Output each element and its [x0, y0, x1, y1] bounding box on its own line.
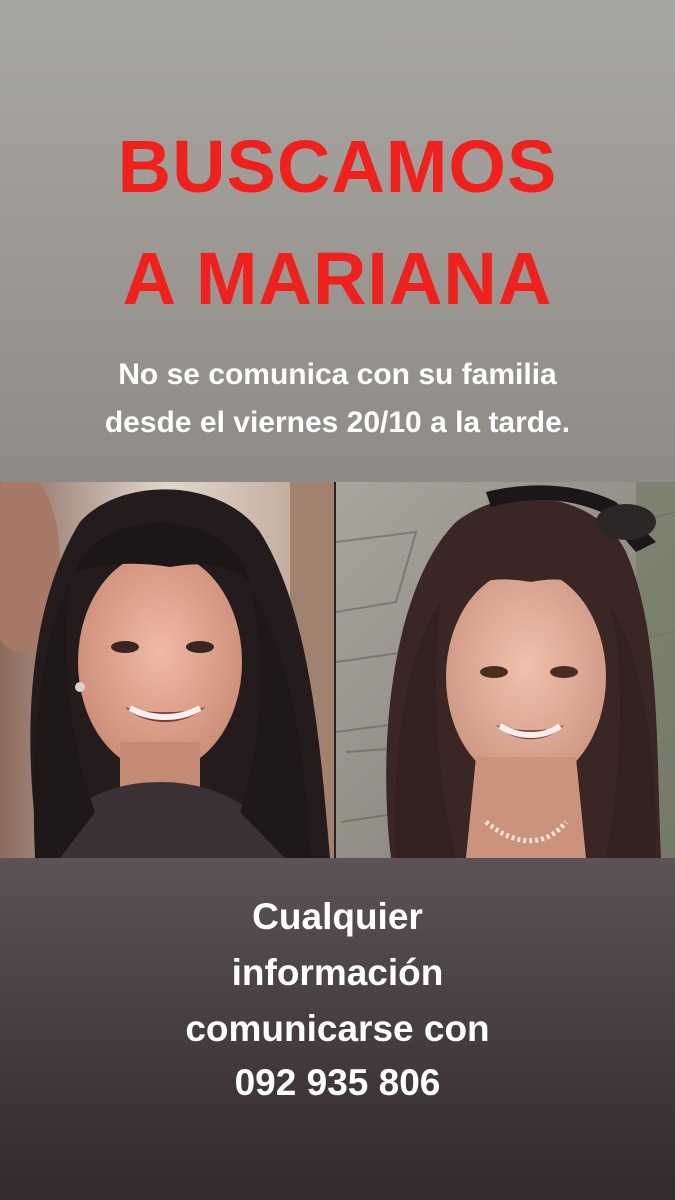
- missing-person-poster: BUSCAMOS A MARIANA No se comunica con su…: [0, 0, 675, 1200]
- photo-right: [336, 482, 675, 858]
- photo-left: [0, 482, 334, 858]
- contact-phone-number: 092 935 806: [234, 1062, 441, 1103]
- contact-line-3: comunicarse con: [185, 1008, 490, 1049]
- contact-line-2: información: [231, 952, 444, 993]
- subtitle-line-1: No se comunica con su familia: [118, 358, 557, 391]
- photo-row: [0, 482, 675, 858]
- subtitle-line-2: desde el viernes 20/10 a la tarde.: [104, 406, 571, 439]
- headline-line-2: A MARIANA: [122, 237, 553, 320]
- headline-line-1: BUSCAMOS: [117, 125, 558, 208]
- contact-line-1: Cualquier: [252, 896, 423, 937]
